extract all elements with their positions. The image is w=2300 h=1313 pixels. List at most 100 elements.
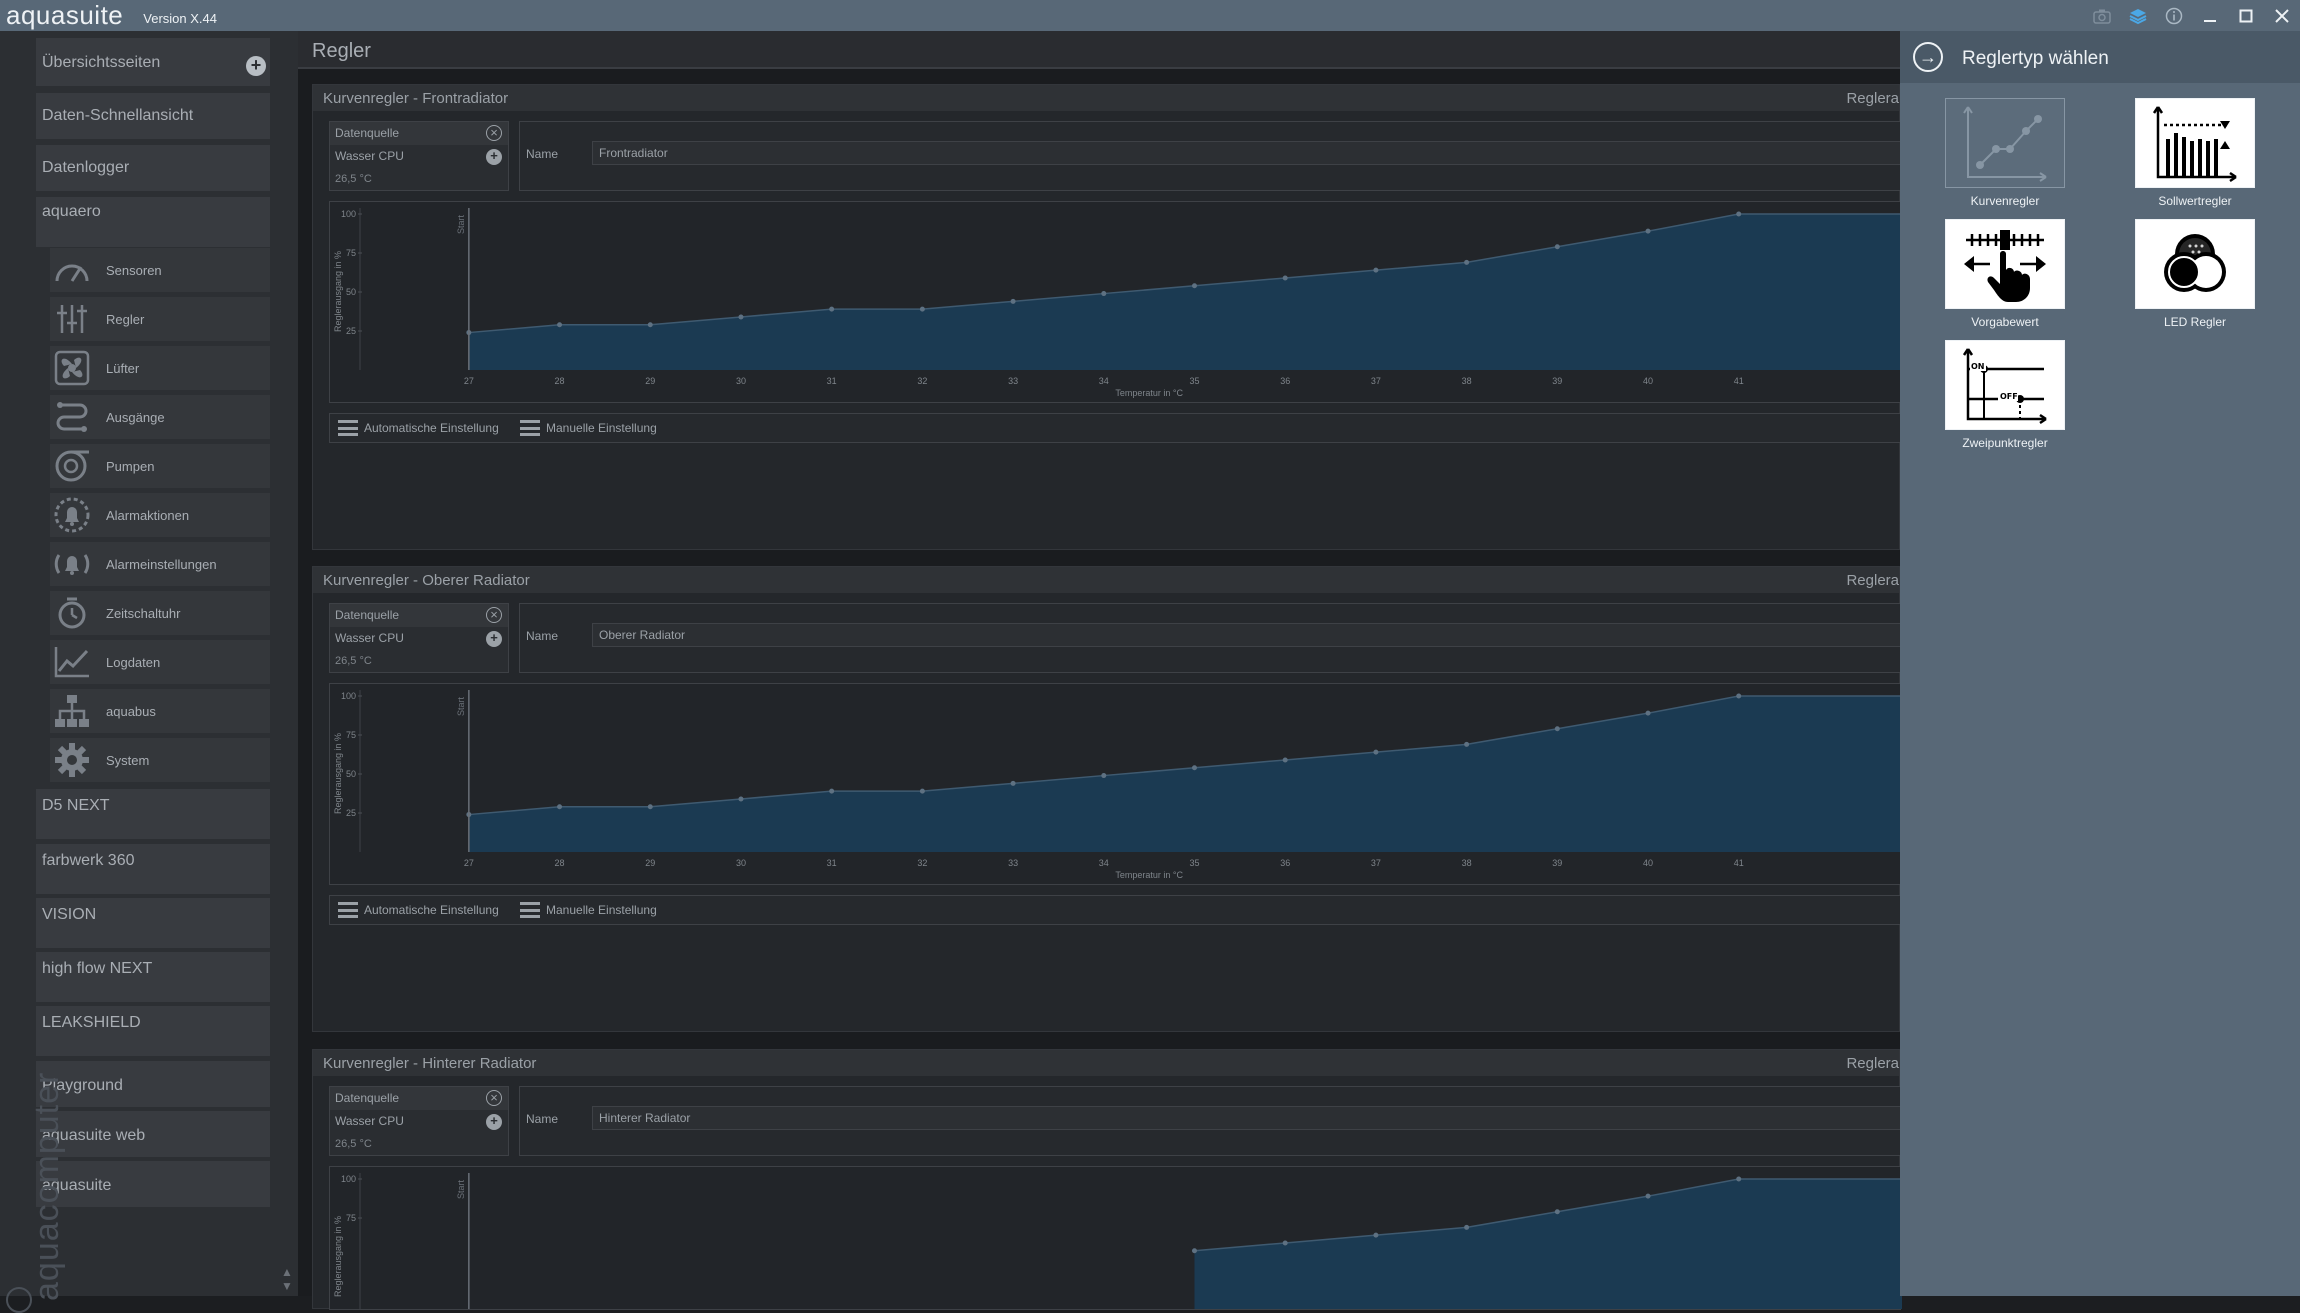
network-icon [50,689,94,733]
panel-tab-label[interactable]: Reglera [1846,572,1899,589]
auto-setting-button[interactable]: Automatische Einstellung [338,420,499,436]
sidebar-item-zeitschaltuhr[interactable]: Zeitschaltuhr [50,591,270,635]
x-tick-label: 31 [827,376,837,386]
curve-chart[interactable]: 100 75 50 25 Reglerausgang in % Start 27 28 29 30… [329,683,1902,885]
sidebar: Übersichtsseiten + Daten-Schnellansicht … [0,31,298,1313]
sidebar-item-d5-next[interactable]: D5 NEXT [36,789,270,839]
manual-setting-label: Manuelle Einstellung [546,421,657,435]
sidebar-item-aquasuite-web[interactable]: aquasuite web [36,1111,270,1157]
x-tick-label: 40 [1643,858,1653,868]
remove-icon[interactable]: × [486,125,502,141]
timer-icon [50,591,94,635]
sidebar-item-uebersichtsseiten[interactable]: Übersichtsseiten + [36,38,270,86]
layers-icon[interactable] [2120,0,2156,31]
sidebar-item-farbwerk-360[interactable]: farbwerk 360 [36,844,270,894]
tile-led-regler[interactable]: LED Regler [2135,219,2255,329]
y-tick-label: 25 [346,808,356,818]
sidebar-item-alarmaktionen[interactable]: Alarmaktionen [50,493,270,537]
sidebar-item-ausgaenge[interactable]: Ausgänge [50,395,270,439]
arrow-right-icon[interactable]: → [1913,42,1943,72]
scroll-up-icon[interactable]: ▲ [280,1265,294,1279]
sidebar-scrollbar[interactable]: ▲ ▼ [280,31,294,1296]
datasource-name[interactable]: Wasser CPU [330,145,508,168]
tile-kurvenregler[interactable]: Kurvenregler [1945,98,2065,208]
x-tick-label: 36 [1280,376,1290,386]
sidebar-item-label: Logdaten [106,654,161,670]
sidebar-item-regler[interactable]: Regler [50,297,270,341]
curve-point [738,314,744,320]
sidebar-item-playground[interactable]: Playground [36,1061,270,1107]
x-axis-label: Temperatur in °C [1115,870,1183,880]
menu-icon [520,420,540,436]
tile-zweipunktregler[interactable]: ON OFF Zweipunktregler [1945,340,2065,450]
curve-point [1191,283,1197,289]
curve-point [1101,773,1107,779]
manual-setting-button[interactable]: Manuelle Einstellung [520,420,657,436]
sidebar-item-datenlogger[interactable]: Datenlogger [36,145,270,191]
add-icon[interactable]: + [486,149,502,165]
menu-icon [338,902,358,918]
curve-point [829,788,835,794]
datasource-name[interactable]: Wasser CPU [330,1110,508,1133]
maximize-icon[interactable] [2228,0,2264,31]
manual-setting-button[interactable]: Manuelle Einstellung [520,902,657,918]
camera-icon[interactable] [2084,0,2120,31]
curve-point [1464,741,1470,747]
brand-logo-icon [6,1287,32,1313]
sidebar-item-system[interactable]: System [50,738,270,782]
y-tick-label: 100 [341,1174,356,1184]
sidebar-item-label: farbwerk 360 [42,852,135,869]
close-icon[interactable] [2264,0,2300,31]
sidebar-item-label: VISION [42,906,97,923]
curve-point [1645,1193,1651,1199]
sidebar-item-alarmeinstellungen[interactable]: Alarmeinstellungen [50,542,270,586]
sidebar-item-aquasuite[interactable]: aquasuite [36,1161,270,1207]
name-input[interactable]: Oberer Radiator [592,623,1902,647]
sidebar-item-pumpen[interactable]: Pumpen [50,444,270,488]
remove-icon[interactable]: × [486,1090,502,1106]
datasource-name[interactable]: Wasser CPU [330,627,508,650]
sidebar-item-luefter[interactable]: Lüfter [50,346,270,390]
add-icon[interactable]: + [246,56,266,76]
curve-chart[interactable]: 100 75 50 25 Reglerausgang in % Start 27 28 29 30… [329,201,1902,403]
sidebar-item-logdaten[interactable]: Logdaten [50,640,270,684]
sidebar-item-leakshield[interactable]: LEAKSHIELD [36,1006,270,1056]
panel-header: Kurvenregler - Frontradiator Reglera [313,85,1899,111]
x-tick-label: 29 [645,858,655,868]
info-icon[interactable] [2156,0,2192,31]
curve-point [919,788,925,794]
curve-point [1282,757,1288,763]
sidebar-item-label: System [106,752,150,768]
name-input[interactable]: Hinterer Radiator [592,1106,1902,1130]
sidebar-item-sensoren[interactable]: Sensoren [50,248,270,292]
name-input[interactable]: Frontradiator [592,141,1902,165]
remove-icon[interactable]: × [486,607,502,623]
curve-point [1191,1248,1197,1254]
auto-setting-button[interactable]: Automatische Einstellung [338,902,499,918]
curve-point [829,306,835,312]
sidebar-item-high-flow-next[interactable]: high flow NEXT [36,952,270,1002]
sidebar-item-vision[interactable]: VISION [36,898,270,948]
sidebar-item-aquabus[interactable]: aquabus [50,689,270,733]
tile-sollwertregler[interactable]: Sollwertregler [2135,98,2255,208]
panel-header: → Reglertyp wählen [1900,31,2300,83]
chart-svg: 100 75Reglerausgang in % Start [333,1173,1902,1309]
sidebar-item-label: aquaero [42,203,101,220]
datasource-value: 26,5 °C [335,1138,372,1150]
panel-tab-label[interactable]: Reglera [1846,1055,1899,1072]
panel-tab-label[interactable]: Reglera [1846,90,1899,107]
x-tick-label: 38 [1462,376,1472,386]
add-icon[interactable]: + [486,1114,502,1130]
auto-setting-label: Automatische Einstellung [364,903,499,917]
scroll-down-icon[interactable]: ▼ [280,1279,294,1293]
curve-point [557,804,563,810]
curve-point [1736,211,1742,217]
add-icon[interactable]: + [486,631,502,647]
sidebar-item-aquaero[interactable]: aquaero [36,197,270,247]
sidebar-item-daten-schnellansicht[interactable]: Daten-Schnellansicht [36,93,270,139]
panel-title: Reglertyp wählen [1962,48,2109,69]
curve-chart[interactable]: 100 75 Reglerausgang in % Start [329,1166,1902,1310]
tile-vorgabewert[interactable]: Vorgabewert [1945,219,2065,329]
name-box: Name Oberer Radiator [519,603,1902,673]
minimize-icon[interactable] [2192,0,2228,31]
